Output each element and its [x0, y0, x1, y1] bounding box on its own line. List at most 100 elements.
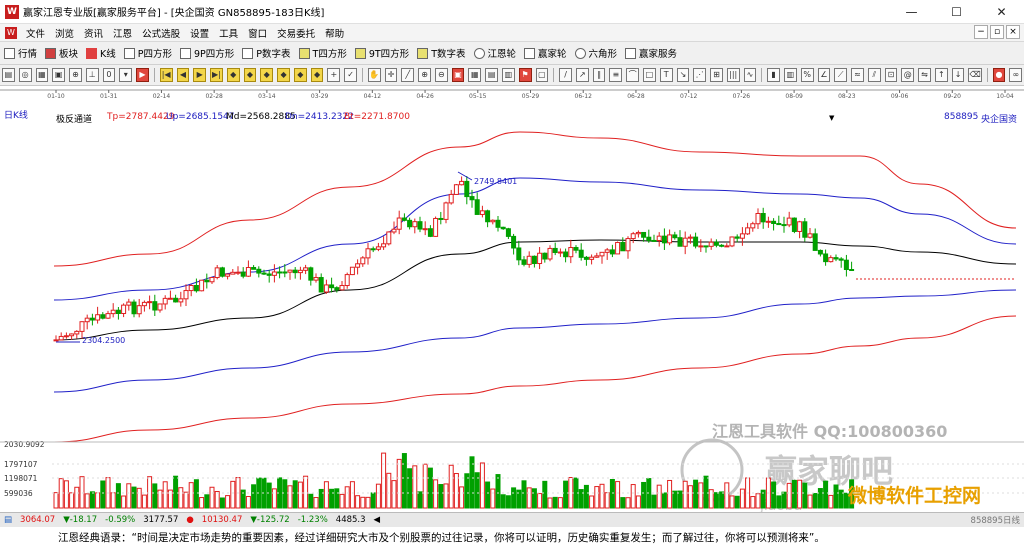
- hist-icon[interactable]: ▥: [784, 68, 797, 82]
- last-icon[interactable]: ▶|: [210, 68, 223, 82]
- first-icon[interactable]: |◀: [159, 68, 173, 82]
- alert-icon[interactable]: ⚑: [518, 68, 532, 82]
- percent-icon[interactable]: %: [800, 68, 814, 82]
- volume-bar: [786, 482, 792, 509]
- kline-chart[interactable]: 江恩工具软件 QQ:100800360 赢家聊吧 jiaoba 2749.840…: [0, 122, 1024, 512]
- dropdown-icon[interactable]: ▾: [119, 68, 133, 82]
- menu-bar: W 文件 浏览 资讯 江恩 公式选股 设置 工具 窗口 交易委托 帮助 − ▫ …: [0, 24, 1024, 42]
- stock-list-icon[interactable]: ▦: [35, 68, 49, 82]
- diamond-center-icon[interactable]: ◆: [310, 68, 324, 82]
- gann-fan-icon[interactable]: ⋰: [693, 68, 707, 82]
- color-wheel-icon[interactable]: ●: [992, 68, 1006, 82]
- toolbar-winner-wheel-button[interactable]: 赢家轮: [520, 43, 571, 63]
- candle-body: [126, 301, 132, 306]
- window-icon[interactable]: ▢: [535, 68, 549, 82]
- toolbar-p-table-button[interactable]: P数字表: [238, 43, 294, 63]
- erase-icon[interactable]: ⌫: [968, 68, 982, 82]
- toolbar-blocks-button[interactable]: 板块: [41, 43, 82, 63]
- refresh-icon[interactable]: ◎: [18, 68, 32, 82]
- scroll-left-icon[interactable]: ◀: [370, 515, 385, 525]
- menu-help[interactable]: 帮助: [320, 26, 349, 40]
- zoom-value[interactable]: 0: [102, 68, 116, 82]
- toolbar-kline-button[interactable]: K线: [82, 43, 120, 63]
- candle-body: [204, 279, 210, 283]
- ray-icon[interactable]: ↗: [575, 68, 589, 82]
- menu-tools[interactable]: 工具: [214, 26, 243, 40]
- toolbar-service-button[interactable]: 赢家服务: [621, 43, 681, 63]
- cycle-icon[interactable]: ∿: [743, 68, 757, 82]
- arc-icon[interactable]: ⌒: [626, 68, 639, 82]
- chart-color-icon[interactable]: ▣: [451, 68, 465, 82]
- diamond-left-icon[interactable]: ◆: [277, 68, 290, 82]
- mdi-close-button[interactable]: ×: [1006, 25, 1020, 39]
- toolbar-9t-square-button[interactable]: 9T四方形: [351, 43, 413, 63]
- diamond-right-icon[interactable]: ◆: [293, 68, 307, 82]
- volume-bar: [84, 493, 90, 509]
- mirror-icon[interactable]: ⇋: [918, 68, 931, 82]
- toolbar-quotes-button[interactable]: 行情: [0, 43, 41, 63]
- text-icon[interactable]: T: [659, 68, 673, 82]
- bars-icon[interactable]: ▮: [767, 68, 781, 82]
- menu-file[interactable]: 文件: [21, 26, 50, 40]
- line-icon[interactable]: ╱: [401, 68, 415, 82]
- calc-icon[interactable]: ▦: [468, 68, 482, 82]
- angle-icon[interactable]: ∠: [817, 68, 831, 82]
- menu-window[interactable]: 窗口: [243, 26, 272, 40]
- candle-body: [573, 247, 579, 251]
- flag-icon[interactable]: ▶: [136, 68, 149, 82]
- fib-icon[interactable]: ≡: [609, 68, 623, 82]
- candle-body: [641, 231, 647, 238]
- spiral-icon[interactable]: @: [901, 68, 915, 82]
- prev-icon[interactable]: ◀: [176, 68, 190, 82]
- menu-formula[interactable]: 公式选股: [137, 26, 185, 40]
- arrow-icon[interactable]: ↘: [676, 68, 690, 82]
- menu-news[interactable]: 资讯: [79, 26, 108, 40]
- volume-bar: [589, 495, 595, 509]
- close-button[interactable]: ✕: [979, 0, 1024, 23]
- toolbar-p-square-button[interactable]: P四方形: [120, 43, 176, 63]
- period-icon[interactable]: |||: [726, 68, 740, 82]
- maximize-button[interactable]: ☐: [934, 0, 979, 23]
- gann-wheel-icon: [473, 47, 485, 59]
- gann-box-icon[interactable]: ⊞: [710, 68, 723, 82]
- mdi-minimize-button[interactable]: −: [974, 25, 988, 39]
- channel-icon[interactable]: ∥: [592, 68, 606, 82]
- zoom-icon[interactable]: ⊕: [69, 68, 82, 82]
- crosshair-icon[interactable]: ✛: [384, 68, 398, 82]
- toolbar-9p-square-button[interactable]: 9P四方形: [176, 43, 238, 63]
- toolbar-hexagon-button[interactable]: 六角形: [571, 43, 622, 63]
- mark-down-icon[interactable]: ↓: [951, 68, 965, 82]
- draw-line-icon[interactable]: /: [559, 68, 572, 82]
- zoom-out-icon[interactable]: ⊖: [434, 68, 448, 82]
- menu-trade[interactable]: 交易委托: [272, 26, 320, 40]
- mdi-restore-button[interactable]: ▫: [990, 25, 1004, 39]
- menu-gann[interactable]: 江恩: [108, 26, 137, 40]
- plus-icon[interactable]: +: [327, 68, 341, 82]
- menu-browse[interactable]: 浏览: [50, 26, 79, 40]
- link-icon[interactable]: ∞: [1009, 68, 1023, 82]
- list-icon[interactable]: ▥: [501, 68, 515, 82]
- square-icon[interactable]: ⊡: [884, 68, 898, 82]
- axis-icon[interactable]: ⊥: [85, 68, 99, 82]
- toolbar-t-table-button[interactable]: T数字表: [413, 43, 469, 63]
- mark-up-icon[interactable]: ↑: [934, 68, 948, 82]
- speed-icon[interactable]: ⫽: [867, 68, 881, 82]
- mark-icon[interactable]: ✓: [344, 68, 357, 82]
- table-icon[interactable]: ▤: [485, 68, 498, 82]
- minimize-button[interactable]: —: [889, 0, 934, 23]
- toolbar-t-square-button[interactable]: T四方形: [295, 43, 351, 63]
- diamond-down-icon[interactable]: ◆: [260, 68, 274, 82]
- wave-icon[interactable]: ≈: [851, 68, 864, 82]
- grid-layout-icon[interactable]: ▤: [2, 68, 15, 82]
- zoom-in-icon[interactable]: ⊕: [418, 68, 431, 82]
- page-icon[interactable]: ▣: [52, 68, 66, 82]
- diamond-icon[interactable]: ◆: [226, 68, 240, 82]
- diamond-up-icon[interactable]: ◆: [243, 68, 257, 82]
- toolbar-gann-wheel-button[interactable]: 江恩轮: [470, 43, 521, 63]
- box-icon[interactable]: □: [643, 68, 656, 82]
- menu-settings[interactable]: 设置: [185, 26, 214, 40]
- hand-icon[interactable]: ✋: [367, 68, 381, 82]
- next-icon[interactable]: ▶: [193, 68, 207, 82]
- volume-bar: [152, 483, 158, 509]
- trend-icon[interactable]: ⟋: [834, 68, 848, 82]
